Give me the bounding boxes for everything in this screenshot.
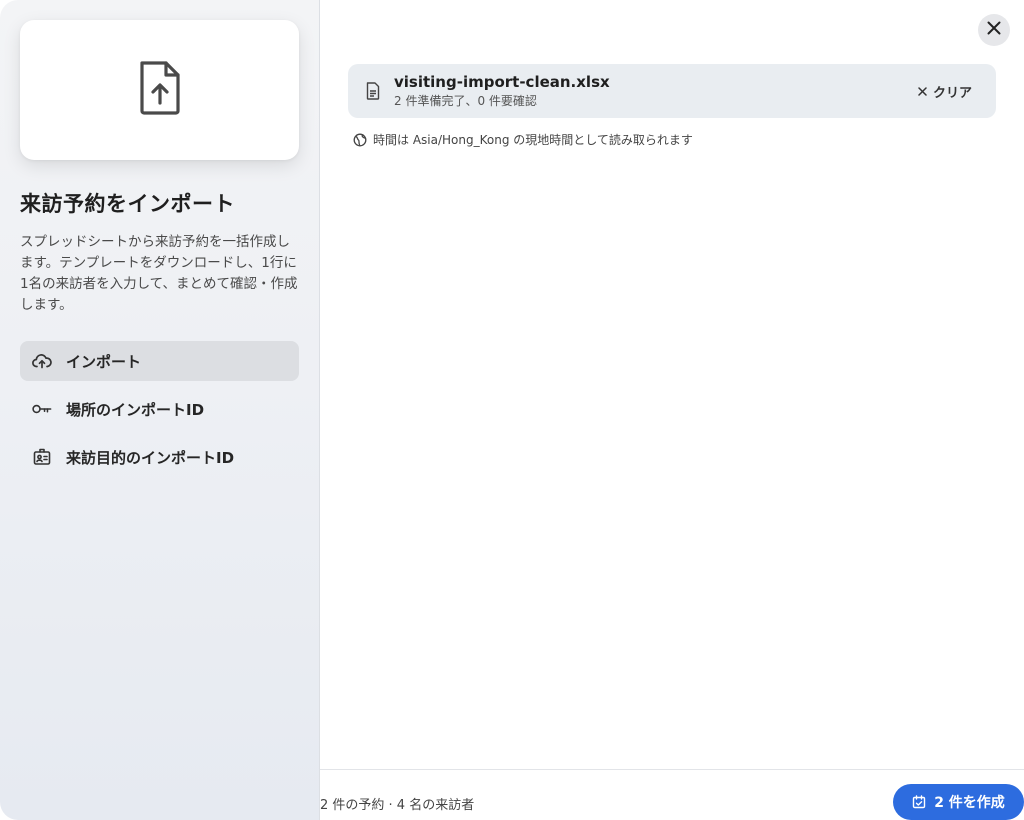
sidebar-item-label: インポート	[66, 352, 142, 371]
sidebar-nav: インポート 場所のインポートID 来訪目的のインポートID	[20, 341, 299, 485]
sidebar-description: スプレッドシートから来訪予約を一括作成します。テンプレートをダウンロードし、1行…	[20, 234, 298, 313]
create-label: 2 件を作成	[934, 795, 1005, 811]
file-upload-icon	[136, 59, 184, 121]
sidebar-item-import[interactable]: インポート	[20, 341, 299, 381]
timezone-text: 時間は Asia/Hong_Kong の現地時間として読み取られます	[373, 133, 693, 147]
globe-icon	[353, 133, 367, 147]
key-icon	[32, 399, 52, 419]
sidebar-title: 来訪予約をインポート	[20, 192, 235, 216]
create-button[interactable]: 2 件を作成	[893, 784, 1024, 820]
close-icon	[986, 20, 1002, 40]
footer-summary: 2 件の予約 · 4 名の来訪者	[320, 798, 475, 813]
selected-file-bar: visiting-import-clean.xlsx 2 件準備完了、0 件要確…	[348, 64, 996, 118]
clear-file-button[interactable]: クリア	[918, 81, 972, 101]
sidebar-item-location-ids[interactable]: 場所のインポートID	[20, 389, 299, 429]
document-icon	[366, 82, 380, 104]
sidebar-item-label: 場所のインポートID	[66, 400, 205, 419]
main-panel: visiting-import-clean.xlsx 2 件準備完了、0 件要確…	[320, 0, 1024, 820]
sidebar: 来訪予約をインポート スプレッドシートから来訪予約を一括作成します。テンプレート…	[0, 0, 320, 820]
footer: 2 件の予約 · 4 名の来訪者 2 件を作成	[320, 769, 1024, 820]
timezone-note: 時間は Asia/Hong_Kong の現地時間として読み取られます	[353, 131, 693, 148]
clear-label: クリア	[932, 85, 972, 101]
id-badge-icon	[32, 447, 52, 467]
sidebar-item-label: 来訪目的のインポートID	[66, 448, 235, 467]
x-icon	[918, 86, 927, 96]
close-button[interactable]	[978, 14, 1010, 46]
cloud-upload-icon	[32, 351, 52, 371]
file-name: visiting-import-clean.xlsx	[394, 73, 610, 91]
calendar-check-icon	[912, 795, 926, 809]
sidebar-item-purpose-ids[interactable]: 来訪目的のインポートID	[20, 437, 299, 477]
file-status: 2 件準備完了、0 件要確認	[394, 94, 537, 108]
hero-card	[20, 20, 299, 160]
